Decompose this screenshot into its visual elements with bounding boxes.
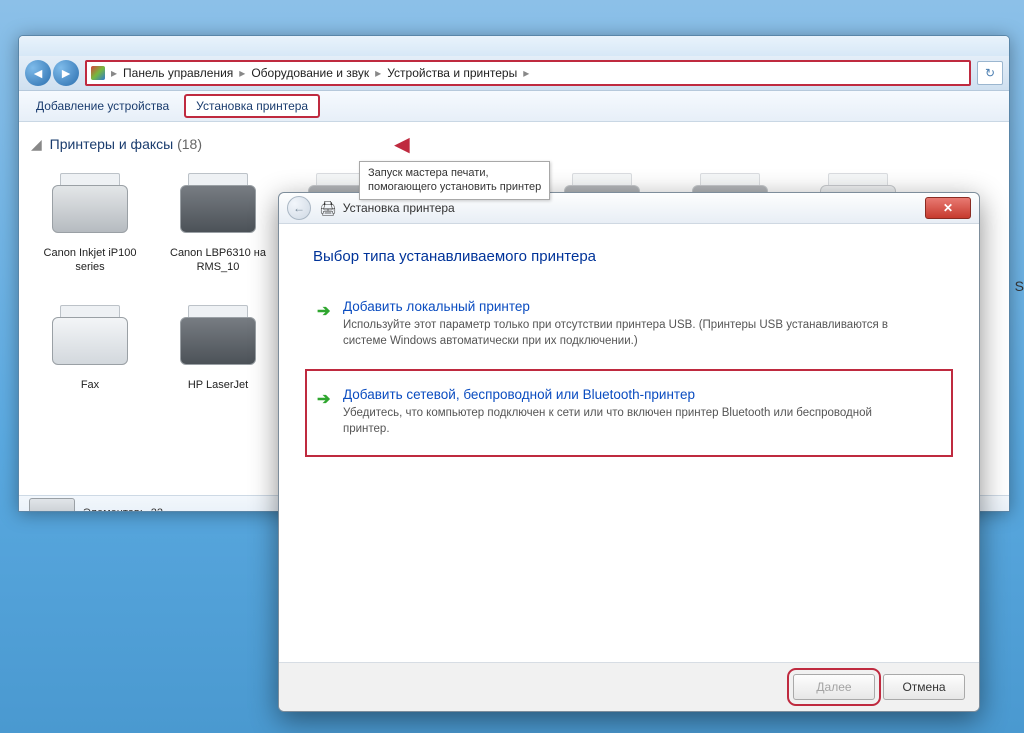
printer-label: HP LaserJet xyxy=(159,379,277,393)
chevron-right-icon: ▸ xyxy=(107,66,121,80)
wizard-footer: Далее Отмена xyxy=(279,662,979,711)
breadcrumb-seg-1[interactable]: Панель управления xyxy=(123,66,233,80)
breadcrumb-seg-3[interactable]: Устройства и принтеры xyxy=(387,66,517,80)
chevron-right-icon: ▸ xyxy=(519,66,533,80)
printer-label: Canon Inkjet iP100 series xyxy=(31,247,149,275)
printer-item[interactable]: Canon LBP6310 на RMS_10 xyxy=(159,163,277,275)
chevron-right-icon: ▸ xyxy=(371,66,385,80)
printer-item[interactable]: HP LaserJet xyxy=(159,295,277,393)
wizard-body: Выбор типа устанавливаемого принтера ➔ Д… xyxy=(279,224,979,662)
explorer-titlebar xyxy=(19,36,1009,56)
wizard-heading: Выбор типа устанавливаемого принтера xyxy=(313,248,945,265)
address-bar[interactable]: ▸ Панель управления ▸ Оборудование и зву… xyxy=(85,60,971,86)
printer-label: Fax xyxy=(31,379,149,393)
printer-icon: 🖨 xyxy=(319,200,337,217)
tooltip: Запуск мастера печати, помогающего устан… xyxy=(359,161,550,200)
tooltip-line: помогающего установить принтер xyxy=(368,180,541,194)
printer-item[interactable]: Canon Inkjet iP100 series xyxy=(31,163,149,275)
option-network-printer[interactable]: ➔ Добавить сетевой, беспроводной или Blu… xyxy=(313,377,945,449)
annotation-arrow-icon: ◄ xyxy=(389,129,415,160)
printer-icon xyxy=(168,295,268,373)
cancel-button[interactable]: Отмена xyxy=(883,674,965,700)
chevron-right-icon: ▸ xyxy=(235,66,249,80)
add-device-button[interactable]: Добавление устройства xyxy=(25,94,180,118)
close-icon: ✕ xyxy=(943,201,953,215)
tooltip-line: Запуск мастера печати, xyxy=(368,166,541,180)
category-header[interactable]: ◢ Принтеры и факсы (18) xyxy=(31,136,997,153)
printer-label: Canon LBP6310 на RMS_10 xyxy=(159,247,277,275)
chevron-down-icon: ◢ xyxy=(31,136,42,152)
printer-icon xyxy=(40,163,140,241)
option-description: Используйте этот параметр только при отс… xyxy=(343,318,903,349)
option-description: Убедитесь, что компьютер подключен к сет… xyxy=(343,406,903,437)
control-panel-icon xyxy=(91,66,105,80)
wizard-back-button[interactable]: ← xyxy=(287,196,311,220)
add-printer-wizard: ← 🖨 Установка принтера ✕ Выбор типа уста… xyxy=(278,192,980,712)
status-thumb-icon xyxy=(29,498,75,512)
next-button[interactable]: Далее xyxy=(793,674,875,700)
status-count: 22 xyxy=(151,507,163,512)
close-button[interactable]: ✕ xyxy=(925,197,971,219)
nav-back-button[interactable]: ◄ xyxy=(25,60,51,86)
printer-icon xyxy=(168,163,268,241)
category-title: Принтеры и факсы xyxy=(50,136,174,152)
arrow-left-icon: ◄ xyxy=(31,65,45,81)
option-title: Добавить локальный принтер xyxy=(343,299,939,314)
stray-letter: S xyxy=(1015,278,1024,294)
nav-forward-button[interactable]: ► xyxy=(53,60,79,86)
add-printer-button[interactable]: Установка принтера xyxy=(184,94,320,118)
wizard-title-text: Установка принтера xyxy=(343,201,455,215)
command-bar: Добавление устройства Установка принтера xyxy=(19,91,1009,122)
printer-item[interactable]: Fax xyxy=(31,295,149,393)
status-label: Элементов: xyxy=(83,507,143,512)
arrow-right-icon: ► xyxy=(59,65,73,81)
refresh-icon: ↻ xyxy=(985,66,995,80)
address-row: ◄ ► ▸ Панель управления ▸ Оборудование и… xyxy=(19,56,1009,91)
arrow-right-icon: ➔ xyxy=(317,301,330,321)
category-count: (18) xyxy=(177,136,202,152)
arrow-left-icon: ← xyxy=(293,201,305,215)
option-title: Добавить сетевой, беспроводной или Bluet… xyxy=(343,387,939,402)
fax-icon xyxy=(40,295,140,373)
refresh-button[interactable]: ↻ xyxy=(977,61,1003,85)
arrow-right-icon: ➔ xyxy=(317,389,330,409)
breadcrumb-seg-2[interactable]: Оборудование и звук xyxy=(251,66,369,80)
option-local-printer[interactable]: ➔ Добавить локальный принтер Используйте… xyxy=(313,289,945,361)
